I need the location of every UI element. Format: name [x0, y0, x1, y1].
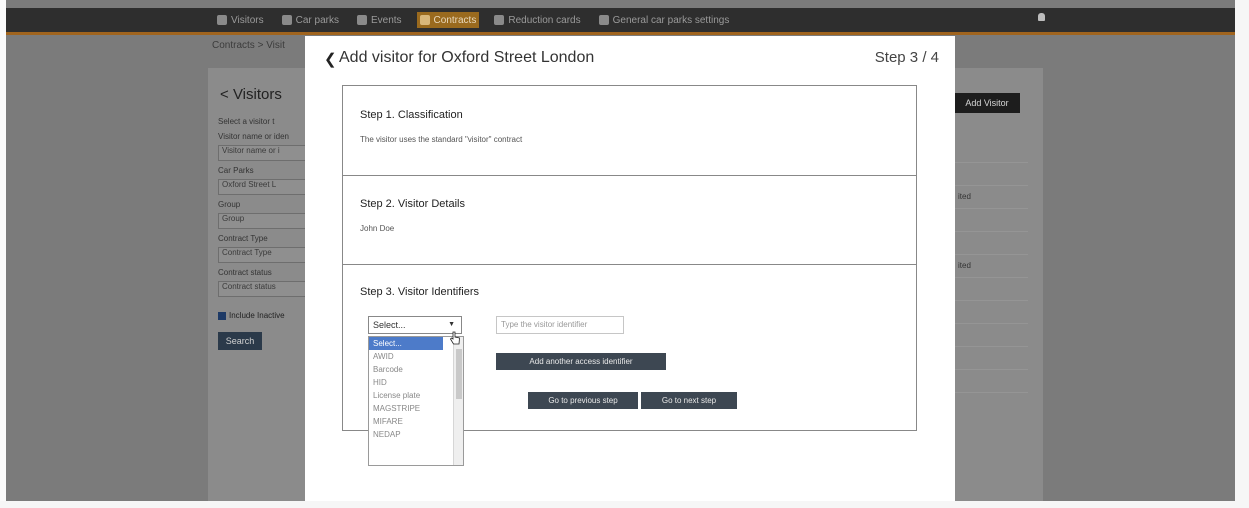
table-row: [954, 163, 1028, 186]
step-1-section: Step 1. Classification The visitor uses …: [343, 86, 916, 176]
table-row: ited: [954, 186, 1028, 209]
filter-form: Select a visitor t Visitor name or iden …: [218, 112, 308, 350]
document-icon: [419, 15, 430, 25]
page-title: < Visitors: [220, 86, 282, 103]
dropdown-option[interactable]: NEDAP: [369, 428, 463, 441]
dropdown-option[interactable]: License plate: [369, 389, 463, 402]
results-table-fragment: ited ited: [954, 140, 1028, 393]
hand-cursor-icon: [450, 331, 460, 345]
parking-icon: [281, 15, 292, 25]
group-select[interactable]: Group: [218, 213, 308, 229]
nav-car-parks[interactable]: Car parks: [279, 12, 342, 28]
contract-type-label: Contract Type: [218, 234, 268, 243]
table-row: [954, 278, 1028, 301]
step-2-section: Step 2. Visitor Details John Doe: [343, 176, 916, 265]
window-frame-right: [1235, 0, 1249, 508]
identifier-type-dropdown: Select... AWID Barcode HID License plate…: [368, 336, 464, 466]
previous-step-button[interactable]: Go to previous step: [528, 392, 638, 409]
visitor-name-input[interactable]: Visitor name or i: [218, 145, 308, 161]
dropdown-option[interactable]: Select...: [369, 337, 443, 350]
table-row: [954, 140, 1028, 163]
table-row: [954, 301, 1028, 324]
nav-events-label: Events: [370, 14, 402, 26]
table-row: [954, 209, 1028, 232]
table-row: [954, 232, 1028, 255]
nav-general-settings-label: General car parks settings: [612, 14, 730, 26]
people-icon: [217, 15, 227, 25]
step-1-text: The visitor uses the standard "visitor" …: [360, 135, 523, 144]
car-parks-label: Car Parks: [218, 166, 254, 175]
identifier-type-select[interactable]: Select... ▼: [368, 316, 462, 334]
dropdown-option[interactable]: MAGSTRIPE: [369, 402, 463, 415]
table-row: [954, 324, 1028, 347]
step-2-text: John Doe: [360, 224, 395, 233]
card-icon: [494, 15, 505, 25]
include-inactive-label: Include Inactive: [229, 311, 285, 320]
add-visitor-button[interactable]: Add Visitor: [954, 93, 1020, 113]
table-row: [954, 370, 1028, 393]
nav-visitors-label: Visitors: [231, 14, 264, 26]
step-indicator: Step 3 / 4: [874, 49, 939, 66]
step-1-title: Step 1. Classification: [360, 109, 463, 121]
window-frame-bottom: [0, 501, 1249, 508]
checkbox-icon: [218, 311, 226, 320]
back-chevron-icon[interactable]: ❮: [324, 50, 337, 68]
scrollbar-thumb[interactable]: [456, 349, 462, 399]
car-parks-select[interactable]: Oxford Street L: [218, 179, 308, 195]
contract-type-select[interactable]: Contract Type: [218, 247, 308, 263]
page-title-text: Visitors: [232, 86, 282, 103]
breadcrumb[interactable]: Contracts > Visit: [212, 40, 285, 51]
nav-events[interactable]: Events: [354, 12, 405, 28]
main-nav: Visitors Car parks Events Contracts Redu…: [214, 12, 732, 28]
step-2-title: Step 2. Visitor Details: [360, 198, 465, 210]
contract-status-select[interactable]: Contract status: [218, 281, 308, 297]
dropdown-scrollbar[interactable]: [453, 337, 463, 465]
table-row: ited: [954, 255, 1028, 278]
contract-status-label: Contract status: [218, 268, 272, 277]
nav-reduction-cards[interactable]: Reduction cards: [491, 12, 583, 28]
wizard-steps: Step 1. Classification The visitor uses …: [342, 85, 917, 466]
visitor-name-label: Visitor name or iden: [218, 132, 289, 141]
dropdown-option[interactable]: MIFARE: [369, 415, 463, 428]
dropdown-option[interactable]: HID: [369, 376, 463, 389]
settings-icon: [598, 15, 609, 25]
nav-car-parks-label: Car parks: [295, 14, 339, 26]
dropdown-option[interactable]: AWID: [369, 350, 463, 363]
filter-subtitle: Select a visitor t: [218, 117, 275, 126]
next-step-button[interactable]: Go to next step: [641, 392, 737, 409]
notification-bell-icon[interactable]: [1038, 13, 1045, 21]
bell-icon: [356, 15, 367, 25]
dropdown-option[interactable]: Barcode: [369, 363, 463, 376]
identifier-input[interactable]: Type the visitor identifier: [496, 316, 624, 334]
top-navigation-bar: Visitors Car parks Events Contracts Redu…: [6, 8, 1235, 35]
nav-reduction-cards-label: Reduction cards: [508, 14, 581, 26]
nav-visitors[interactable]: Visitors: [214, 12, 267, 28]
include-inactive-checkbox[interactable]: Include Inactive: [218, 311, 308, 320]
add-visitor-modal: ❮ Add visitor for Oxford Street London S…: [305, 36, 955, 508]
add-identifier-button[interactable]: Add another access identifier: [496, 353, 666, 370]
group-label: Group: [218, 200, 241, 209]
window-frame-left: [0, 0, 6, 508]
table-row: [954, 347, 1028, 370]
modal-title: Add visitor for Oxford Street London: [339, 49, 595, 66]
search-button[interactable]: Search: [218, 332, 262, 350]
nav-contracts[interactable]: Contracts: [416, 12, 480, 28]
step-3-title: Step 3. Visitor Identifiers: [360, 286, 480, 298]
nav-contracts-label: Contracts: [433, 14, 477, 26]
nav-general-settings[interactable]: General car parks settings: [596, 12, 733, 28]
identifier-type-value: Select...: [373, 320, 406, 330]
